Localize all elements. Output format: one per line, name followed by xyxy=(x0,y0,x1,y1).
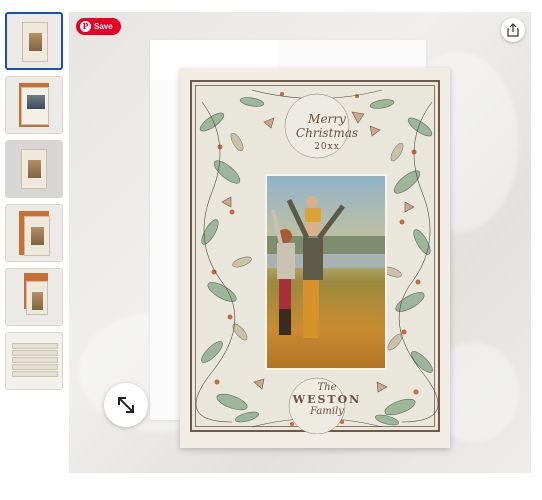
greeting-year: 20xx xyxy=(314,142,340,152)
holiday-card: Merry Christmas 20xx The WESTON Family xyxy=(180,68,450,448)
family-photo xyxy=(265,174,387,370)
family-photo-illustration xyxy=(267,196,385,338)
card-frame: Merry Christmas 20xx The WESTON Family xyxy=(190,80,440,434)
thumbnail-card-image xyxy=(24,216,50,256)
family-suffix: Family xyxy=(310,406,344,417)
share-icon xyxy=(507,23,519,37)
pinterest-icon: P xyxy=(80,21,91,32)
thumbnail-2[interactable] xyxy=(5,76,63,134)
thumbnail-card-image xyxy=(21,87,49,125)
thumbnail-card-image xyxy=(26,281,48,315)
greeting-line2: Christmas xyxy=(295,126,359,140)
save-button-label: Save xyxy=(94,22,113,31)
thumbnail-3[interactable] xyxy=(5,140,63,198)
share-button[interactable] xyxy=(501,18,525,42)
thumbnail-card-image xyxy=(22,22,48,62)
thumbnail-list xyxy=(5,12,63,396)
product-image-viewer: Merry Christmas 20xx The WESTON Family P… xyxy=(0,0,542,500)
greeting-line1: Merry xyxy=(308,112,346,126)
thumbnail-4[interactable] xyxy=(5,204,63,262)
thumbnail-5[interactable] xyxy=(5,268,63,326)
thumbnail-1[interactable] xyxy=(5,12,63,70)
family-surname: WESTON xyxy=(292,393,362,406)
card-greeting: Merry Christmas 20xx xyxy=(250,94,404,166)
thumbnail-card-image xyxy=(21,149,47,189)
family-prefix: The xyxy=(317,382,337,393)
expand-arrows-icon xyxy=(118,397,134,413)
pinterest-save-button[interactable]: P Save xyxy=(76,18,121,35)
card-family-name: The WESTON Family xyxy=(250,374,404,436)
expand-image-button[interactable] xyxy=(104,383,148,427)
thumbnail-6[interactable] xyxy=(5,332,63,390)
